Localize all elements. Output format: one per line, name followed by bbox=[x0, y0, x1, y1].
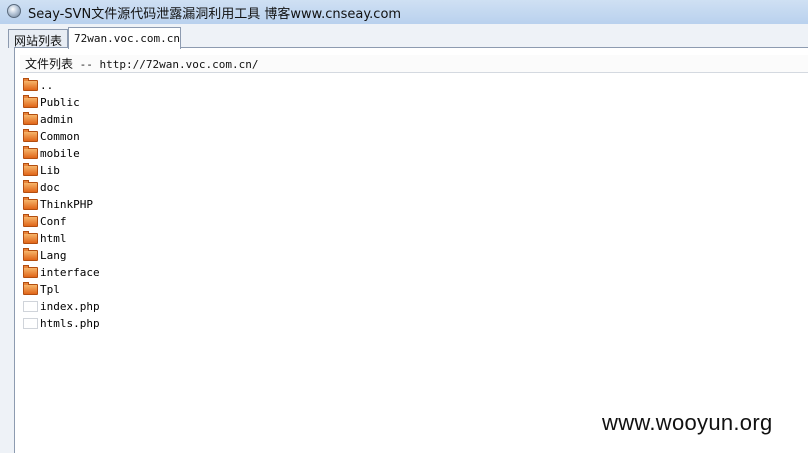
item-name: html bbox=[40, 232, 67, 245]
item-name: index.php bbox=[40, 300, 100, 313]
item-name: admin bbox=[40, 113, 74, 126]
folder-icon bbox=[23, 248, 38, 261]
item-name: Conf bbox=[40, 215, 67, 228]
folder-icon bbox=[23, 129, 38, 142]
folder-item[interactable]: Lang bbox=[23, 247, 100, 264]
folder-item[interactable]: html bbox=[23, 230, 100, 247]
tab-72wan[interactable]: 72wan.voc.com.cn bbox=[68, 27, 181, 49]
folder-icon bbox=[23, 163, 38, 176]
folder-item[interactable]: admin bbox=[23, 111, 100, 128]
item-name: interface bbox=[40, 266, 100, 279]
folder-item[interactable]: Common bbox=[23, 128, 100, 145]
folder-item[interactable]: mobile bbox=[23, 145, 100, 162]
item-name: Common bbox=[40, 130, 80, 143]
item-name: doc bbox=[40, 181, 60, 194]
folder-item[interactable]: Conf bbox=[23, 213, 100, 230]
tab-site-list[interactable]: 网站列表 bbox=[8, 29, 68, 48]
folder-icon bbox=[23, 282, 38, 295]
item-name: ThinkPHP bbox=[40, 198, 93, 211]
folder-icon bbox=[23, 231, 38, 244]
file-list: .. Public admin Common mobile Lib doc ThinkPHP C… bbox=[23, 77, 100, 332]
folder-icon bbox=[23, 112, 38, 125]
path-bar: 文件列表 -- http://72wan.voc.com.cn/ bbox=[20, 55, 808, 73]
folder-item[interactable]: interface bbox=[23, 264, 100, 281]
folder-icon bbox=[23, 180, 38, 193]
folder-icon bbox=[23, 214, 38, 227]
folder-icon bbox=[23, 197, 38, 210]
app-icon bbox=[7, 4, 21, 18]
file-list-panel: 文件列表 -- http://72wan.voc.com.cn/ .. Publi… bbox=[14, 47, 808, 453]
main-frame: 网站列表 72wan.voc.com.cn 文件列表 -- http://72w… bbox=[0, 24, 808, 453]
item-name: Lib bbox=[40, 164, 60, 177]
title-bar: Seay-SVN文件源代码泄露漏洞利用工具 博客www.cnseay.com bbox=[0, 0, 808, 24]
item-name: mobile bbox=[40, 147, 80, 160]
folder-icon bbox=[23, 146, 38, 159]
file-item[interactable]: htmls.php bbox=[23, 315, 100, 332]
file-list-label: 文件列表 bbox=[25, 57, 74, 71]
file-icon bbox=[23, 301, 38, 312]
path-separator: -- bbox=[73, 58, 100, 71]
item-name: htmls.php bbox=[40, 317, 100, 330]
item-name: Public bbox=[40, 96, 80, 109]
file-icon bbox=[23, 318, 38, 329]
folder-item[interactable]: Public bbox=[23, 94, 100, 111]
folder-icon bbox=[23, 78, 38, 91]
folder-item[interactable]: Lib bbox=[23, 162, 100, 179]
item-name: Lang bbox=[40, 249, 67, 262]
folder-item[interactable]: Tpl bbox=[23, 281, 100, 298]
folder-item[interactable]: doc bbox=[23, 179, 100, 196]
item-name: Tpl bbox=[40, 283, 60, 296]
watermark: www.wooyun.org bbox=[602, 410, 773, 435]
file-item[interactable]: index.php bbox=[23, 298, 100, 315]
folder-icon bbox=[23, 95, 38, 108]
item-name: .. bbox=[40, 79, 54, 92]
path-url: http://72wan.voc.com.cn/ bbox=[99, 58, 259, 71]
folder-item[interactable]: ThinkPHP bbox=[23, 196, 100, 213]
folder-item[interactable]: .. bbox=[23, 77, 100, 94]
folder-icon bbox=[23, 265, 38, 278]
window-title: Seay-SVN文件源代码泄露漏洞利用工具 博客www.cnseay.com bbox=[28, 7, 402, 22]
